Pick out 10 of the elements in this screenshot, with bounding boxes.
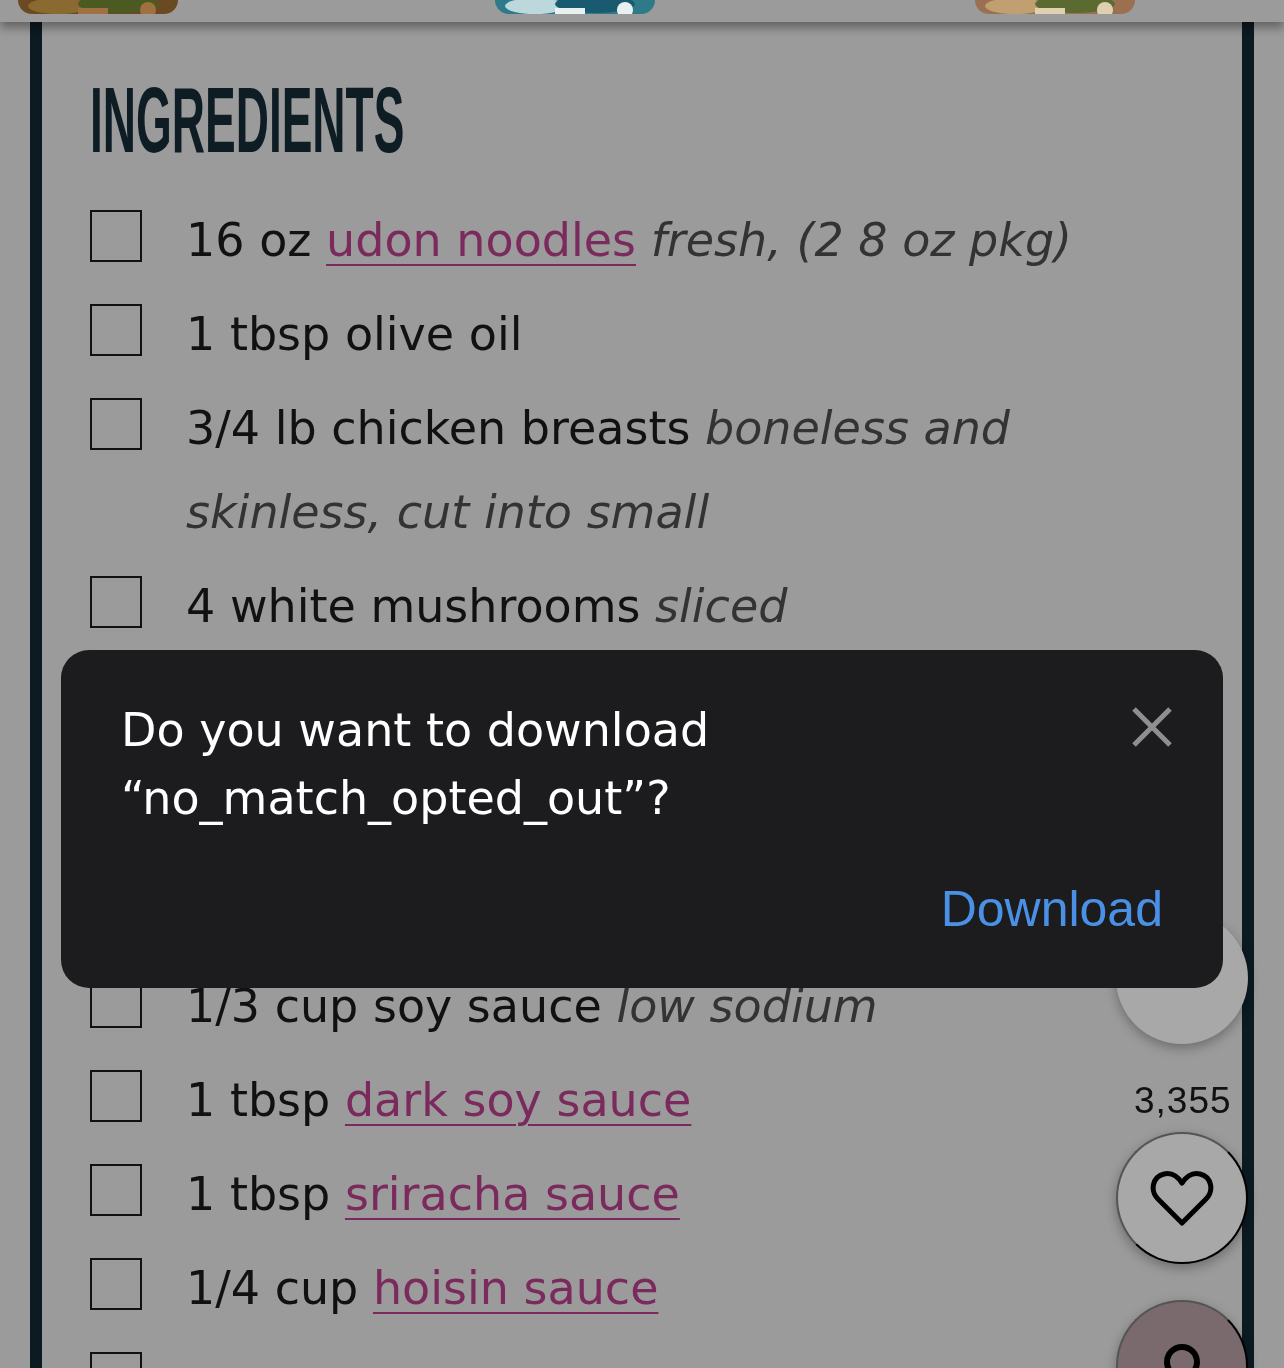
ingredient-text: 4 white mushrooms sliced [186,578,788,635]
ingredient-text: 1 tbsp sriracha sauce [186,1166,680,1223]
ingredient-text: 1 tbsp olive oil [186,306,523,363]
ingredient-text: 16 oz udon noodles fresh, (2 8 oz pkg) [186,212,1073,269]
dialog-message: Do you want to download “no_match_opted_out”? [121,702,711,827]
like-count: 3,355 [1134,1080,1232,1122]
section-heading: INGREDIENTS [90,70,405,170]
ingredient-text: 1/3 cup soy sauce low sodium [186,978,878,1035]
ingredient-text: 1 tbsp dark soy sauce [186,1072,692,1129]
ingredient-text: 1/4 cup hoisin sauce [186,1260,659,1317]
